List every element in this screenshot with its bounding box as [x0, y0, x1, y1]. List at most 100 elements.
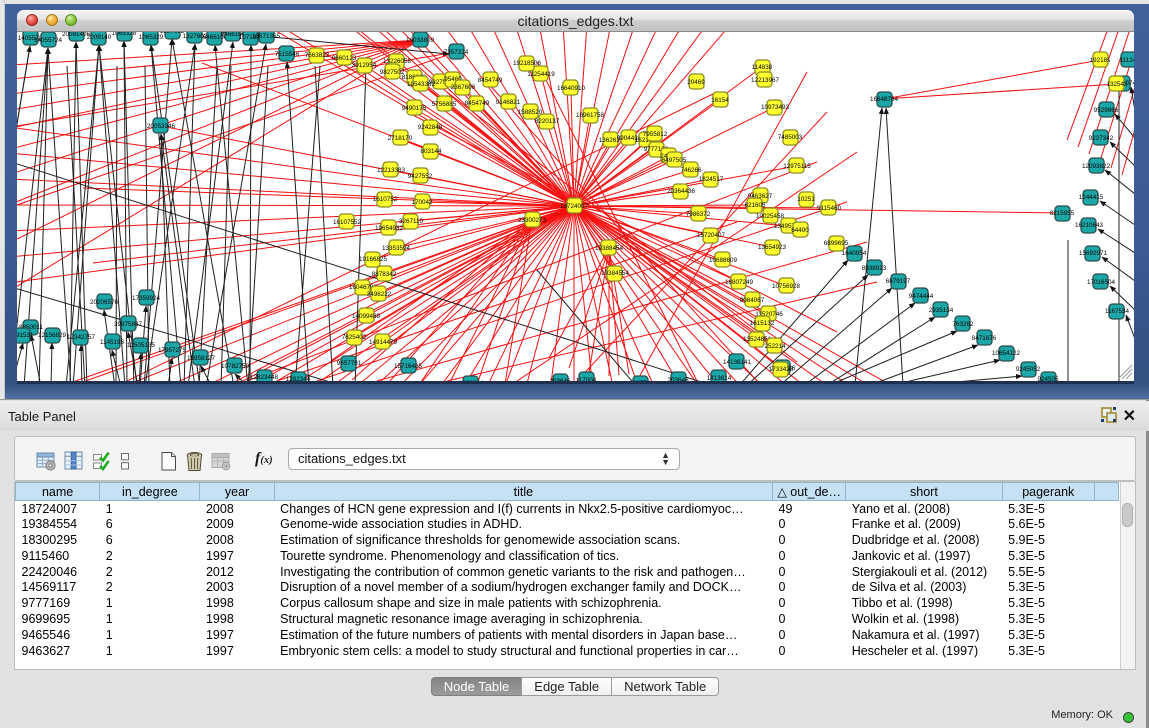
- svg-text:7955812: 7955812: [643, 131, 668, 138]
- svg-text:12156829: 12156829: [38, 332, 67, 339]
- svg-text:19218s: 19218s: [1090, 57, 1111, 64]
- svg-text:64400: 64400: [791, 227, 809, 234]
- svg-text:2718170: 2718170: [388, 135, 413, 142]
- svg-text:14136141: 14136141: [723, 359, 752, 366]
- svg-text:3498222: 3498222: [367, 291, 392, 298]
- svg-text:17359924: 17359924: [132, 295, 161, 302]
- svg-text:3267110: 3267110: [399, 218, 424, 225]
- svg-text:12342757: 12342757: [67, 334, 96, 341]
- svg-text:18724007: 18724007: [560, 203, 589, 210]
- svg-text:1167534: 1167534: [1105, 308, 1130, 315]
- svg-text:9245052: 9245052: [1016, 366, 1041, 373]
- svg-text:10671355: 10671355: [252, 33, 281, 40]
- svg-text:1824517: 1824517: [699, 176, 724, 183]
- svg-text:10025458: 10025458: [756, 213, 785, 220]
- svg-text:16648784: 16648784: [870, 96, 899, 103]
- svg-text:12213967: 12213967: [751, 77, 780, 84]
- svg-text:1145193: 1145193: [100, 339, 125, 346]
- svg-text:19654932: 19654932: [375, 225, 404, 232]
- svg-text:12505135: 12505135: [127, 342, 156, 349]
- svg-text:9427552: 9427552: [408, 173, 433, 180]
- svg-text:9227342: 9227342: [1089, 135, 1114, 142]
- svg-text:8454749: 8454749: [465, 100, 490, 107]
- svg-text:803144: 803144: [420, 148, 442, 155]
- svg-text:10688609: 10688609: [709, 257, 738, 264]
- svg-text:763262: 763262: [952, 321, 974, 328]
- svg-text:10973493: 10973493: [761, 104, 790, 111]
- svg-text:2367608: 2367608: [451, 84, 476, 91]
- svg-text:13654923: 13654923: [758, 244, 787, 251]
- svg-text:12093822: 12093822: [1082, 163, 1111, 170]
- svg-text:132543: 132543: [1106, 81, 1128, 88]
- svg-text:10654122: 10654122: [992, 350, 1021, 357]
- svg-text:16961758: 16961758: [576, 112, 605, 119]
- svg-text:1615132: 1615132: [750, 320, 775, 327]
- svg-text:15720407: 15720407: [697, 232, 726, 239]
- svg-text:10251: 10251: [797, 196, 815, 203]
- svg-text:14055724: 14055724: [34, 37, 63, 44]
- svg-text:16210643: 16210643: [1075, 222, 1104, 229]
- svg-text:20364436: 20364436: [667, 188, 696, 195]
- svg-text:8215955: 8215955: [1050, 210, 1075, 217]
- svg-text:20206576: 20206576: [90, 299, 119, 306]
- svg-text:7357224: 7357224: [444, 49, 469, 56]
- svg-text:23300273: 23300273: [518, 217, 547, 224]
- svg-text:20469: 20469: [687, 79, 705, 86]
- svg-text:10756928: 10756928: [772, 283, 801, 290]
- svg-text:9146821: 9146821: [496, 99, 521, 106]
- svg-text:6879197: 6879197: [886, 278, 911, 285]
- svg-text:6899695: 6899695: [824, 240, 849, 247]
- svg-text:1065329: 1065329: [139, 34, 164, 41]
- svg-text:8471676: 8471676: [972, 335, 997, 342]
- svg-text:170042: 170042: [411, 199, 433, 206]
- svg-text:1640954: 1640954: [842, 250, 867, 257]
- svg-text:18807249: 18807249: [725, 279, 754, 286]
- svg-text:20053346: 20053346: [147, 123, 176, 130]
- svg-text:16154: 16154: [711, 97, 729, 104]
- svg-text:1588520: 1588520: [518, 109, 543, 116]
- svg-text:9084067: 9084067: [740, 297, 765, 304]
- svg-text:6497505: 6497505: [662, 157, 687, 164]
- svg-text:8454749: 8454749: [478, 77, 503, 84]
- svg-text:17016504: 17016504: [1087, 279, 1116, 286]
- svg-text:16640910: 16640910: [557, 85, 586, 92]
- svg-text:5756885: 5756885: [432, 101, 457, 108]
- svg-text:16033809: 16033809: [406, 37, 435, 44]
- svg-text:7515546: 7515546: [275, 51, 300, 58]
- svg-text:17957275: 17957275: [158, 347, 187, 354]
- svg-text:2009140: 2009140: [87, 34, 112, 41]
- svg-text:8220137: 8220137: [535, 118, 560, 125]
- svg-text:8878342: 8878342: [372, 271, 397, 278]
- svg-text:13353594: 13353594: [382, 245, 411, 252]
- svg-text:391531: 391531: [17, 332, 34, 339]
- svg-text:19384554: 19384554: [601, 270, 630, 277]
- svg-text:7986372: 7986372: [686, 211, 711, 218]
- svg-text:10782759: 10782759: [221, 363, 250, 370]
- svg-text:1733426: 1733426: [769, 366, 794, 373]
- svg-text:16958127: 16958127: [187, 355, 216, 362]
- svg-text:10543382: 10543382: [407, 81, 436, 88]
- svg-text:19388454: 19388454: [595, 245, 624, 252]
- svg-text:746266: 746266: [680, 167, 702, 174]
- svg-text:14914479: 14914479: [369, 339, 398, 346]
- svg-text:39975887: 39975887: [114, 321, 143, 328]
- svg-text:7485003: 7485003: [778, 134, 803, 141]
- svg-text:1327602: 1327602: [160, 32, 185, 35]
- svg-text:621605: 621605: [744, 202, 766, 209]
- svg-text:19218506: 19218506: [513, 60, 542, 67]
- svg-text:9474444: 9474444: [909, 293, 934, 300]
- svg-text:15692971: 15692971: [1079, 250, 1108, 257]
- svg-text:9490175: 9490175: [402, 105, 427, 112]
- svg-text:12213383: 12213383: [377, 167, 406, 174]
- svg-text:1610752: 1610752: [373, 196, 398, 203]
- svg-text:7663822: 7663822: [305, 52, 330, 59]
- svg-text:19166825: 19166825: [359, 256, 388, 263]
- svg-text:8938923: 8938923: [862, 265, 887, 272]
- svg-text:114838: 114838: [752, 64, 773, 71]
- svg-text:15716485: 15716485: [394, 363, 423, 370]
- svg-text:11254419: 11254419: [527, 71, 555, 78]
- svg-text:9529966: 9529966: [1094, 107, 1119, 114]
- svg-text:16107552: 16107552: [333, 219, 362, 226]
- svg-text:14099489: 14099489: [352, 313, 381, 320]
- svg-text:8660123: 8660123: [332, 55, 357, 62]
